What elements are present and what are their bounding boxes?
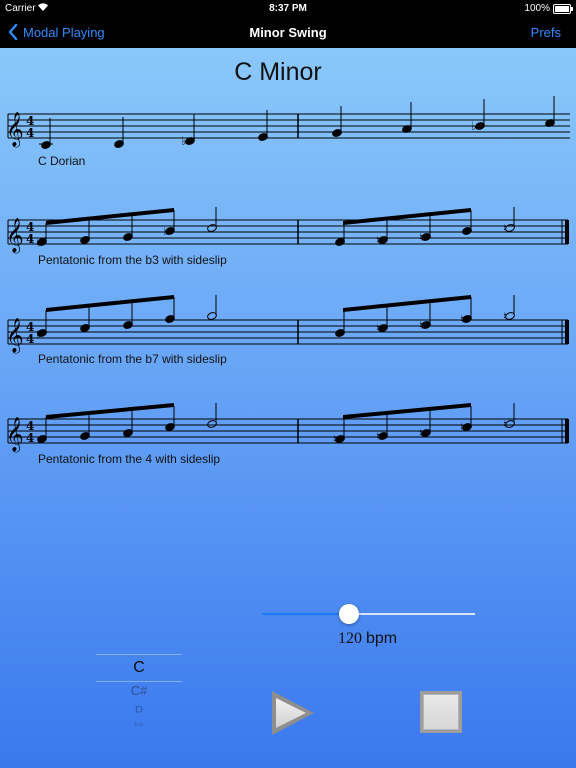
- tempo-unit: bpm: [366, 630, 398, 647]
- staff-pentatonic-4: 𝄞 4 4 ♮ ♮ ♮ ♮ ♮ Pentatonic from the 4 wi…: [0, 0, 576, 768]
- svg-text:♮: ♮: [419, 427, 423, 440]
- play-button[interactable]: [268, 689, 318, 737]
- key-picker[interactable]: C C# D Eb: [96, 654, 182, 730]
- svg-text:♮: ♮: [376, 430, 380, 443]
- tempo-label: 120 bpm: [338, 630, 397, 648]
- picker-separator: [96, 681, 182, 682]
- key-option[interactable]: Eb: [96, 722, 182, 727]
- staff-4-notation: 𝄞 4 4 ♮ ♮ ♮ ♮ ♮: [6, 403, 569, 453]
- key-option-selected[interactable]: C: [96, 659, 182, 677]
- key-option[interactable]: C#: [96, 683, 182, 698]
- play-icon: [272, 691, 314, 735]
- picker-separator: [96, 654, 182, 655]
- key-option[interactable]: D: [96, 705, 182, 715]
- slider-thumb[interactable]: [339, 604, 359, 624]
- staff-caption: Pentatonic from the 4 with sideslip: [38, 452, 221, 466]
- svg-text:4: 4: [26, 431, 34, 445]
- tempo-slider[interactable]: [262, 603, 475, 625]
- tempo-value: 120: [338, 630, 362, 647]
- stop-icon: [423, 694, 459, 730]
- svg-text:♮: ♮: [460, 421, 464, 434]
- svg-text:♮: ♮: [503, 418, 507, 431]
- svg-text:𝄞: 𝄞: [6, 417, 24, 453]
- slider-fill: [262, 613, 349, 615]
- svg-text:♮: ♮: [333, 433, 337, 446]
- stop-button[interactable]: [420, 691, 462, 733]
